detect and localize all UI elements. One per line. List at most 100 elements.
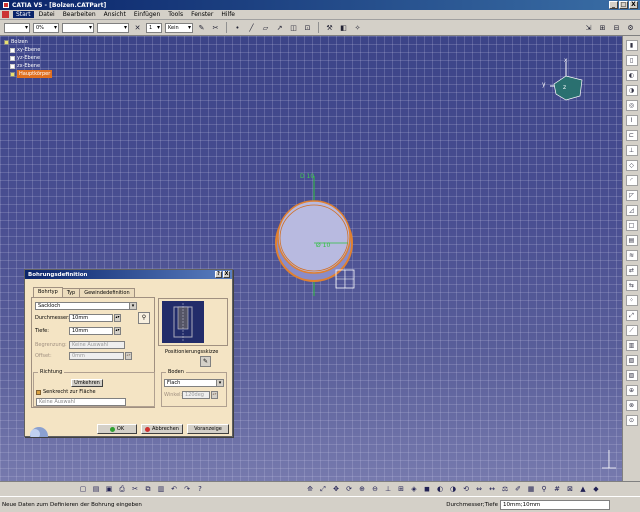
sketch-position-icon[interactable]: ⊡ [302, 22, 313, 33]
draft-icon[interactable]: ◿ [625, 205, 638, 216]
line-icon[interactable]: ╱ [246, 22, 257, 33]
measure-icon[interactable]: ⚒ [324, 22, 335, 33]
assemble-icon[interactable]: ⊗ [625, 400, 638, 411]
view-icon[interactable]: ◆ [591, 484, 601, 494]
pocket-icon[interactable]: ▯ [625, 55, 638, 66]
diameter-spinner[interactable]: ▴▾ [114, 314, 121, 322]
pattern-icon[interactable]: ⁘ [625, 295, 638, 306]
tree-item-zx-plane[interactable]: zx-Ebene [4, 62, 52, 70]
fillet-icon[interactable]: ◜ [625, 175, 638, 186]
menu-bearbeiten[interactable]: Bearbeiten [60, 11, 99, 18]
measure-between-icon[interactable]: ⇔ [474, 484, 484, 494]
shading-icon[interactable]: ◼ [422, 484, 432, 494]
open-icon[interactable]: ▤ [91, 484, 101, 494]
dialog-title-bar[interactable]: Bohrungsdefinition ? X [25, 270, 232, 279]
plane-icon[interactable]: ▱ [260, 22, 271, 33]
menu-datei[interactable]: Datei [36, 11, 58, 18]
scale-icon[interactable]: ⊠ [565, 484, 575, 494]
sketcher-icon[interactable]: ✐ [513, 484, 523, 494]
hole-preview-geometry[interactable]: D 10 Ø 10 [260, 166, 370, 306]
pan-icon[interactable]: ✥ [331, 484, 341, 494]
tree-item-yz-plane[interactable]: yz-Ebene [4, 54, 52, 62]
shell-icon[interactable]: □ [625, 220, 638, 231]
menu-hilfe[interactable]: Hilfe [218, 11, 238, 18]
shaft-icon[interactable]: ◐ [625, 70, 638, 81]
snap-icon[interactable]: ⇲ [583, 22, 594, 33]
hole-icon[interactable]: ◎ [625, 100, 638, 111]
cut-icon[interactable]: ✂ [130, 484, 140, 494]
zoom-out-icon[interactable]: ⊖ [370, 484, 380, 494]
format-painter-icon[interactable]: ✎ [196, 22, 207, 33]
fit-all-icon[interactable]: ⤢ [318, 484, 328, 494]
scaling-icon[interactable]: ⤢ [625, 310, 638, 321]
hide-show-icon[interactable]: ◐ [435, 484, 445, 494]
constraint-icon[interactable]: ⊙ [625, 415, 638, 426]
chamfer-icon[interactable]: ◸ [625, 190, 638, 201]
constraint-icon[interactable]: ⊟ [611, 22, 622, 33]
grid-icon[interactable]: ⊞ [597, 22, 608, 33]
split-icon[interactable]: ⟋ [625, 325, 638, 336]
tree-item-xy-plane[interactable]: xy-Ebene [4, 46, 52, 54]
sketch-icon[interactable]: ◫ [288, 22, 299, 33]
mirror-icon[interactable]: ⇆ [625, 280, 638, 291]
whats-this-icon[interactable]: ? [195, 484, 205, 494]
pin-icon[interactable]: ⚲ [539, 484, 549, 494]
preview-button[interactable]: Voranzeige [187, 424, 229, 434]
layer-combo[interactable]: Kein [165, 22, 193, 33]
groove-icon[interactable]: ◑ [625, 85, 638, 96]
slot-icon[interactable]: ⊏ [625, 130, 638, 141]
translate-icon[interactable]: ⇄ [625, 265, 638, 276]
pad-icon[interactable]: ▮ [625, 40, 638, 51]
apply-material-icon[interactable]: ◧ [338, 22, 349, 33]
properties-icon[interactable]: ✂ [210, 22, 221, 33]
tree-item-main-body[interactable]: Hauptkörper [4, 70, 53, 78]
measure-item-icon[interactable]: ↔ [487, 484, 497, 494]
normal-to-surface-checkbox[interactable] [36, 389, 41, 395]
print-icon[interactable]: ⎙ [117, 484, 127, 494]
stiffener-icon[interactable]: ⊥ [625, 145, 638, 156]
rotate-icon[interactable]: ⟳ [344, 484, 354, 494]
iso-view-icon[interactable]: ◈ [409, 484, 419, 494]
compass[interactable]: x y z [536, 56, 586, 106]
boolean-icon[interactable]: ⊕ [625, 385, 638, 396]
color-combo[interactable] [4, 22, 30, 33]
positioning-sketch-button[interactable]: ✎ [200, 356, 211, 367]
diameter-input[interactable]: 10mm [69, 314, 113, 322]
linetype-combo[interactable] [62, 22, 94, 33]
redo-icon[interactable]: ↷ [182, 484, 192, 494]
diameter-measure-icon[interactable]: ⚲ [138, 312, 150, 324]
swap-space-icon[interactable]: ◑ [448, 484, 458, 494]
analysis-icon[interactable]: ✧ [352, 22, 363, 33]
thick-surface-icon[interactable]: ▥ [625, 340, 638, 351]
sew-surface-icon[interactable]: ▨ [625, 370, 638, 381]
direction-selection-input[interactable]: Keine Auswahl [36, 398, 126, 406]
thickness-icon[interactable]: ▤ [625, 235, 638, 246]
rib-icon[interactable]: ⌇ [625, 115, 638, 126]
layer-filter-icon[interactable]: ▲ [578, 484, 588, 494]
fly-mode-icon[interactable]: ⟰ [305, 484, 315, 494]
undo-icon[interactable]: ↶ [169, 484, 179, 494]
grid-toggle-icon[interactable]: # [552, 484, 562, 494]
normal-view-icon[interactable]: ⊥ [383, 484, 393, 494]
hole-type-combo[interactable]: Sackloch ▾ [35, 302, 137, 310]
axis-icon[interactable]: ↗ [274, 22, 285, 33]
tab-bohrtyp[interactable]: Bohrtyp [33, 287, 63, 297]
menu-einfuegen[interactable]: Einfügen [131, 11, 163, 18]
zoom-in-icon[interactable]: ⊕ [357, 484, 367, 494]
status-value-input[interactable]: 10mm;10mm [500, 499, 610, 510]
new-icon[interactable]: ▢ [78, 484, 88, 494]
tab-gewindedefinition[interactable]: Gewindedefinition [79, 288, 135, 297]
tab-typ[interactable]: Typ [61, 288, 81, 297]
menu-start[interactable]: Start [13, 11, 34, 18]
point-icon[interactable]: • [232, 22, 243, 33]
dialog-close-button[interactable]: X [223, 271, 230, 278]
thread-icon[interactable]: ≋ [625, 250, 638, 261]
inertia-icon[interactable]: ⚖ [500, 484, 510, 494]
close-button[interactable]: X [629, 1, 638, 9]
tree-root-node[interactable]: Bolzen [4, 38, 52, 46]
multi-view-icon[interactable]: ⊞ [396, 484, 406, 494]
depth-input[interactable]: 10mm [69, 327, 113, 335]
workbench-icon[interactable]: ⚙ [625, 22, 636, 33]
close-surface-icon[interactable]: ▧ [625, 355, 638, 366]
update-icon[interactable]: ⟲ [461, 484, 471, 494]
